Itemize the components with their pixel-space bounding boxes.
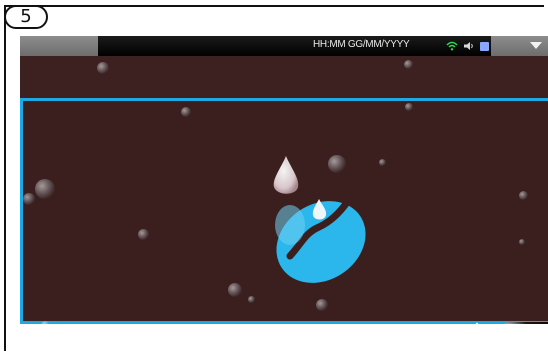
drop-coffee-bean-icon xyxy=(273,156,366,283)
bubble xyxy=(404,60,413,69)
step-number-badge: 5 xyxy=(4,5,48,29)
bubble xyxy=(181,107,191,117)
bubble xyxy=(97,62,109,74)
bubble xyxy=(35,179,55,199)
header-band xyxy=(20,56,548,98)
bubble xyxy=(138,229,149,240)
status-time-date: HH:MM GG/MM/YYYY xyxy=(313,39,410,50)
power-icon[interactable] xyxy=(466,322,488,324)
bubble xyxy=(519,239,525,245)
dropdown-icon[interactable] xyxy=(530,42,542,49)
bubble xyxy=(23,193,35,205)
status-bar: HH:MM GG/MM/YYYY xyxy=(20,36,548,56)
bubble xyxy=(248,296,255,303)
bubble xyxy=(228,283,242,297)
bubble xyxy=(519,191,528,200)
storage-icon xyxy=(480,41,489,51)
bubble xyxy=(41,321,50,324)
status-icons xyxy=(446,40,489,52)
device-screen: HH:MM GG/MM/YYYY xyxy=(20,36,548,324)
power-toggle[interactable] xyxy=(500,322,548,324)
bubble xyxy=(405,103,413,111)
speaker-icon xyxy=(464,42,473,50)
wifi-icon xyxy=(446,41,458,51)
bubble xyxy=(379,159,386,166)
status-bar-center: HH:MM GG/MM/YYYY xyxy=(98,36,491,56)
bubble xyxy=(316,299,328,311)
